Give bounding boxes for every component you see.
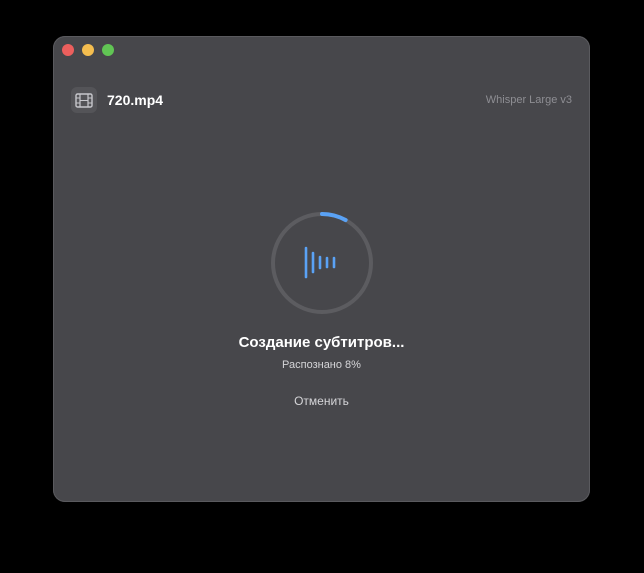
progress-title: Создание субтитров...: [238, 334, 405, 351]
progress-track: [271, 212, 373, 314]
minimize-window-button[interactable]: [82, 44, 94, 56]
progress-ring: [271, 212, 373, 314]
progress-status: Распознано 8%: [282, 359, 361, 371]
cancel-button[interactable]: Отменить: [288, 392, 355, 410]
file-name: 720.mp4: [107, 92, 164, 108]
film-icon: [71, 87, 97, 113]
model-name: Whisper Large v3: [485, 94, 572, 106]
close-window-button[interactable]: [62, 44, 74, 56]
file-header: 720.mp4 Whisper Large v3: [71, 87, 572, 113]
app-window: 720.mp4 Whisper Large v3 Создание субтит…: [53, 36, 590, 502]
window-controls: [62, 44, 114, 56]
waveform-icon: [304, 246, 336, 279]
zoom-window-button[interactable]: [102, 44, 114, 56]
